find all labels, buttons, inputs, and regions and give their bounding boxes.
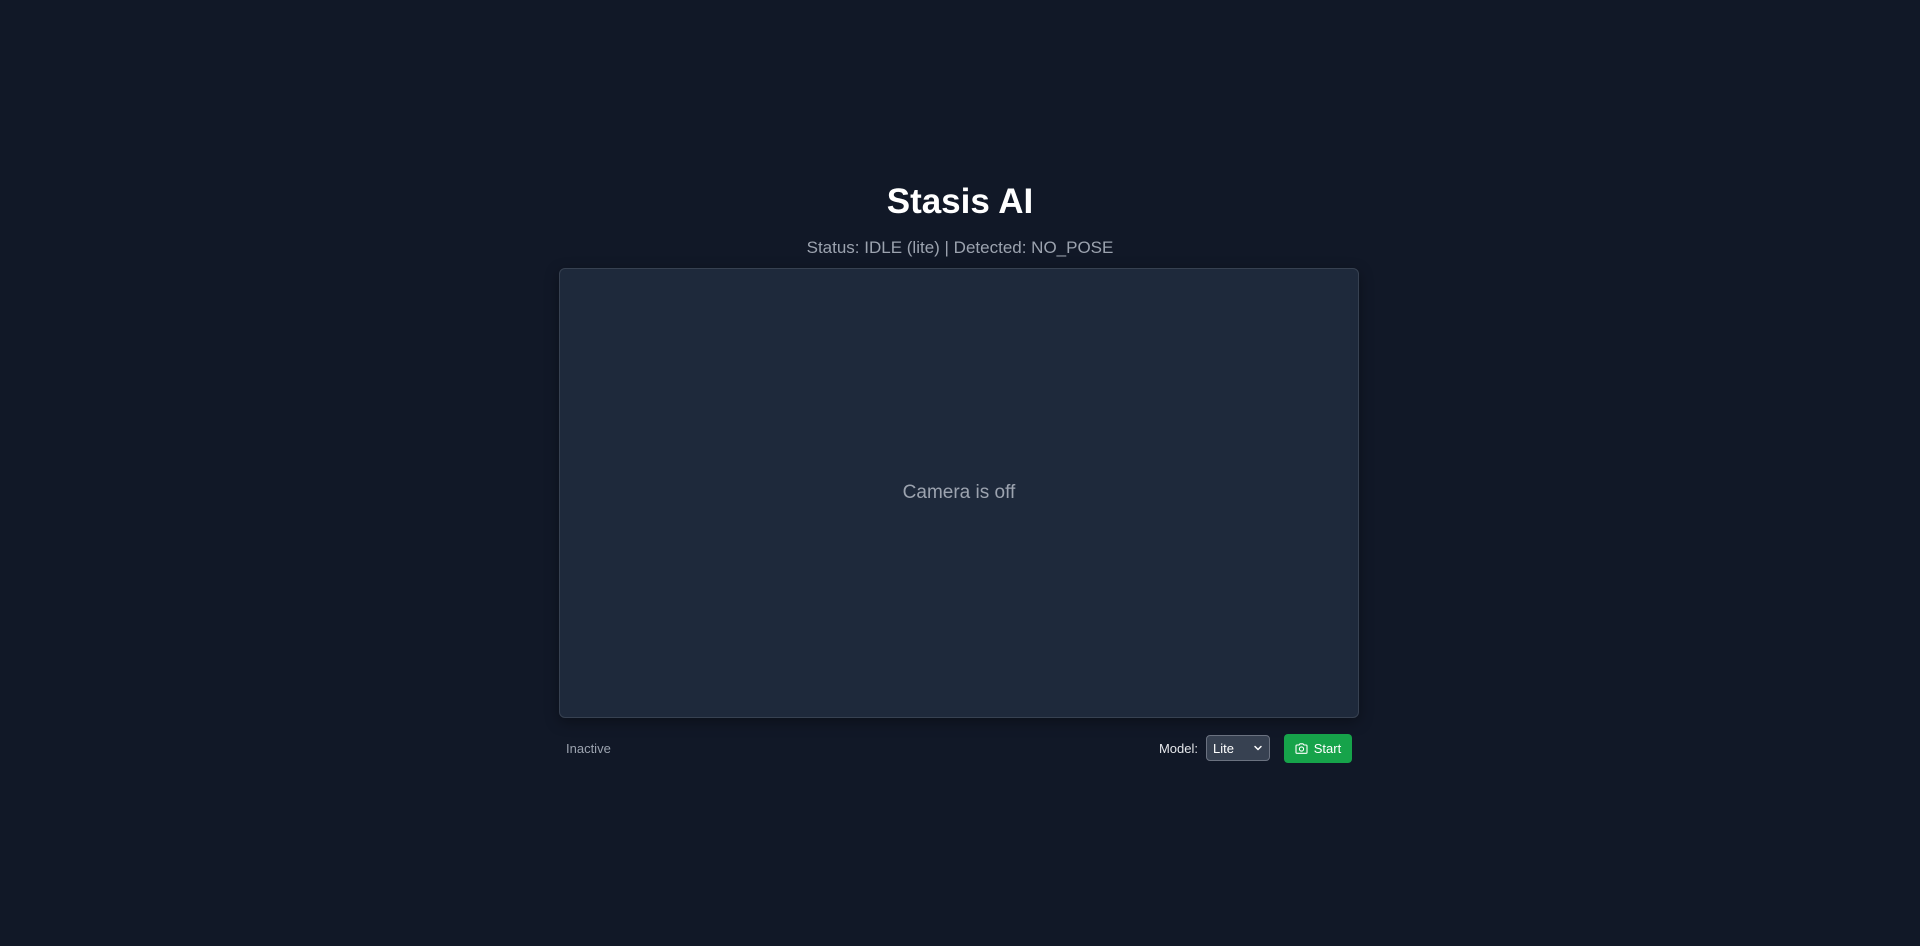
chevron-down-icon <box>1253 741 1263 756</box>
app-root: Stasis AI Status: IDLE (lite) | Detected… <box>0 0 1920 946</box>
controls-group: Model: Lite Start <box>1158 733 1352 763</box>
model-select[interactable]: Lite <box>1206 735 1270 761</box>
start-button-label: Start <box>1313 740 1342 756</box>
camera-state-text: Inactive <box>566 740 611 756</box>
status-text: Status: IDLE (lite) | Detected: NO_POSE <box>806 238 1114 257</box>
camera-view: Camera is off <box>559 268 1359 718</box>
model-select-value: Lite <box>1213 740 1234 756</box>
model-label: Model: <box>1158 740 1198 756</box>
camera-placeholder: Camera is off <box>902 482 1016 503</box>
page-title: Stasis AI <box>886 182 1034 221</box>
start-button[interactable]: Start <box>1284 733 1352 763</box>
camera-icon <box>1295 742 1308 754</box>
control-bar: Inactive Model: Lite Start <box>559 733 1359 763</box>
